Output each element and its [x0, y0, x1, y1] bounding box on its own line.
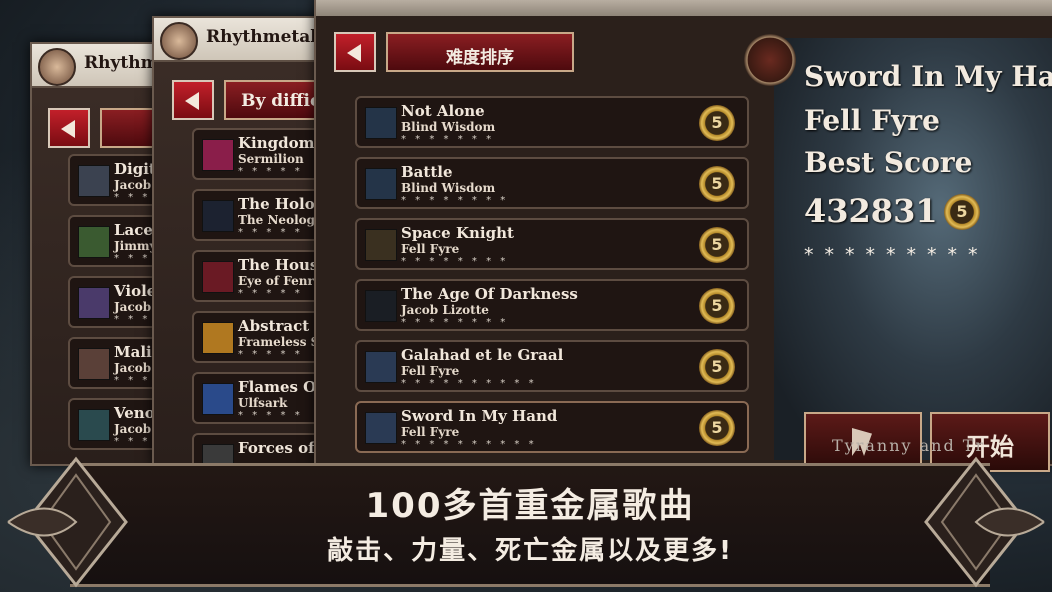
level-badge-icon: 5	[944, 194, 980, 230]
album-art	[202, 322, 234, 354]
list-item[interactable]: Galahad et le Graal Fell Fyre * * * * * …	[355, 340, 749, 392]
album-art	[365, 412, 397, 444]
album-art	[202, 383, 234, 415]
promo-banner: 100多首重金属歌曲 敲击、力量、死亡金属以及更多!	[70, 463, 990, 587]
song-artist: Jacob	[114, 300, 152, 314]
album-art	[202, 139, 234, 171]
song-artist: Blind Wisdom	[401, 181, 496, 195]
list-item[interactable]: The Age Of Darkness Jacob Lizotte * * * …	[355, 279, 749, 331]
album-art	[78, 226, 110, 258]
sort-tab[interactable]: 难度排序	[386, 32, 574, 72]
best-score-value: 432831	[804, 192, 938, 230]
panel-header-strip	[316, 0, 1052, 16]
song-detail-panel: Sword In My Hand Fell Fyre Best Score 43…	[774, 38, 1052, 472]
difficulty-stars: * * * * * * * * * *	[401, 439, 537, 450]
list-item[interactable]: Battle Blind Wisdom * * * * * * * * 5	[355, 157, 749, 209]
song-title: The Age Of Darkness	[401, 285, 578, 303]
song-artist: Blind Wisdom	[401, 120, 496, 134]
album-subtitle: Tyranny and Tr	[832, 436, 986, 455]
difficulty-stars: * * * * * * * *	[401, 317, 509, 328]
album-art	[365, 351, 397, 383]
crest-emblem-icon[interactable]	[744, 34, 796, 86]
song-artist: Jacob	[114, 361, 152, 375]
song-artist: Jimmy	[114, 239, 157, 253]
difficulty-stars: * * * * * * * *	[401, 195, 509, 206]
promo-subline: 敲击、力量、死亡金属以及更多!	[327, 536, 733, 566]
level-badge-icon: 5	[699, 288, 735, 324]
back-button[interactable]	[172, 80, 214, 120]
album-art	[202, 200, 234, 232]
song-detail-artist: Fell Fyre	[804, 104, 940, 137]
level-badge-icon: 5	[699, 410, 735, 446]
back-arrow-icon	[61, 120, 75, 138]
level-badge-icon: 5	[699, 166, 735, 202]
song-artist: Sermilion	[238, 152, 304, 166]
list-item-selected[interactable]: Sword In My Hand Fell Fyre * * * * * * *…	[355, 401, 749, 453]
difficulty-stars: * * * * *	[238, 410, 303, 421]
difficulty-stars: * * * * *	[238, 166, 303, 177]
back-button[interactable]	[334, 32, 376, 72]
difficulty-stars: * * * * * * * *	[401, 256, 509, 267]
difficulty-stars: * * * * *	[238, 288, 303, 299]
song-detail-title: Sword In My Hand	[804, 60, 1052, 93]
album-art	[365, 168, 397, 200]
app-logo-icon	[160, 22, 198, 60]
difficulty-stars: *********	[804, 244, 989, 266]
difficulty-stars: * * * * * * *	[401, 134, 495, 145]
song-title: Not Alone	[401, 102, 485, 120]
back-button[interactable]	[48, 108, 90, 148]
song-artist: Fell Fyre	[401, 242, 460, 256]
back-arrow-icon	[185, 92, 199, 110]
song-title: Flames Of	[238, 378, 323, 396]
song-title: Galahad et le Graal	[401, 346, 564, 364]
album-art	[365, 290, 397, 322]
difficulty-stars: * * * * *	[238, 349, 303, 360]
song-title: Abstract	[238, 317, 310, 335]
difficulty-stars: * * * * *	[238, 227, 303, 238]
album-art	[202, 261, 234, 293]
song-title: Battle	[401, 163, 453, 181]
album-art	[365, 107, 397, 139]
song-artist: Eye of Fenris	[238, 274, 326, 288]
back-arrow-icon	[347, 44, 361, 62]
album-art	[78, 409, 110, 441]
song-title: Sword In My Hand	[401, 407, 558, 425]
list-item[interactable]: Space Knight Fell Fyre * * * * * * * * 5	[355, 218, 749, 270]
song-artist: Fell Fyre	[401, 364, 460, 378]
album-art	[78, 348, 110, 380]
best-score-label: Best Score	[804, 146, 973, 179]
left-ornament-icon	[7, 456, 128, 588]
song-artist: Jacob Lizotte	[401, 303, 489, 317]
right-ornament-icon	[924, 456, 1045, 588]
song-artist: Jacob	[114, 422, 152, 436]
list-item[interactable]: Not Alone Blind Wisdom * * * * * * * 5	[355, 96, 749, 148]
album-art	[78, 165, 110, 197]
album-art	[78, 287, 110, 319]
level-badge-icon: 5	[699, 227, 735, 263]
song-title: Space Knight	[401, 224, 514, 242]
song-artist: Fell Fyre	[401, 425, 460, 439]
song-artist: Jacob	[114, 178, 152, 192]
song-artist: Ulfsark	[238, 396, 288, 410]
level-badge-icon: 5	[699, 349, 735, 385]
album-art	[365, 229, 397, 261]
level-badge-icon: 5	[699, 105, 735, 141]
promo-headline: 100多首重金属歌曲	[365, 486, 695, 526]
app-logo-icon	[38, 48, 76, 86]
sort-tab-label: 难度排序	[446, 48, 514, 68]
song-title: Forces of	[238, 439, 315, 457]
difficulty-stars: * * * * * * * * * *	[401, 378, 537, 389]
